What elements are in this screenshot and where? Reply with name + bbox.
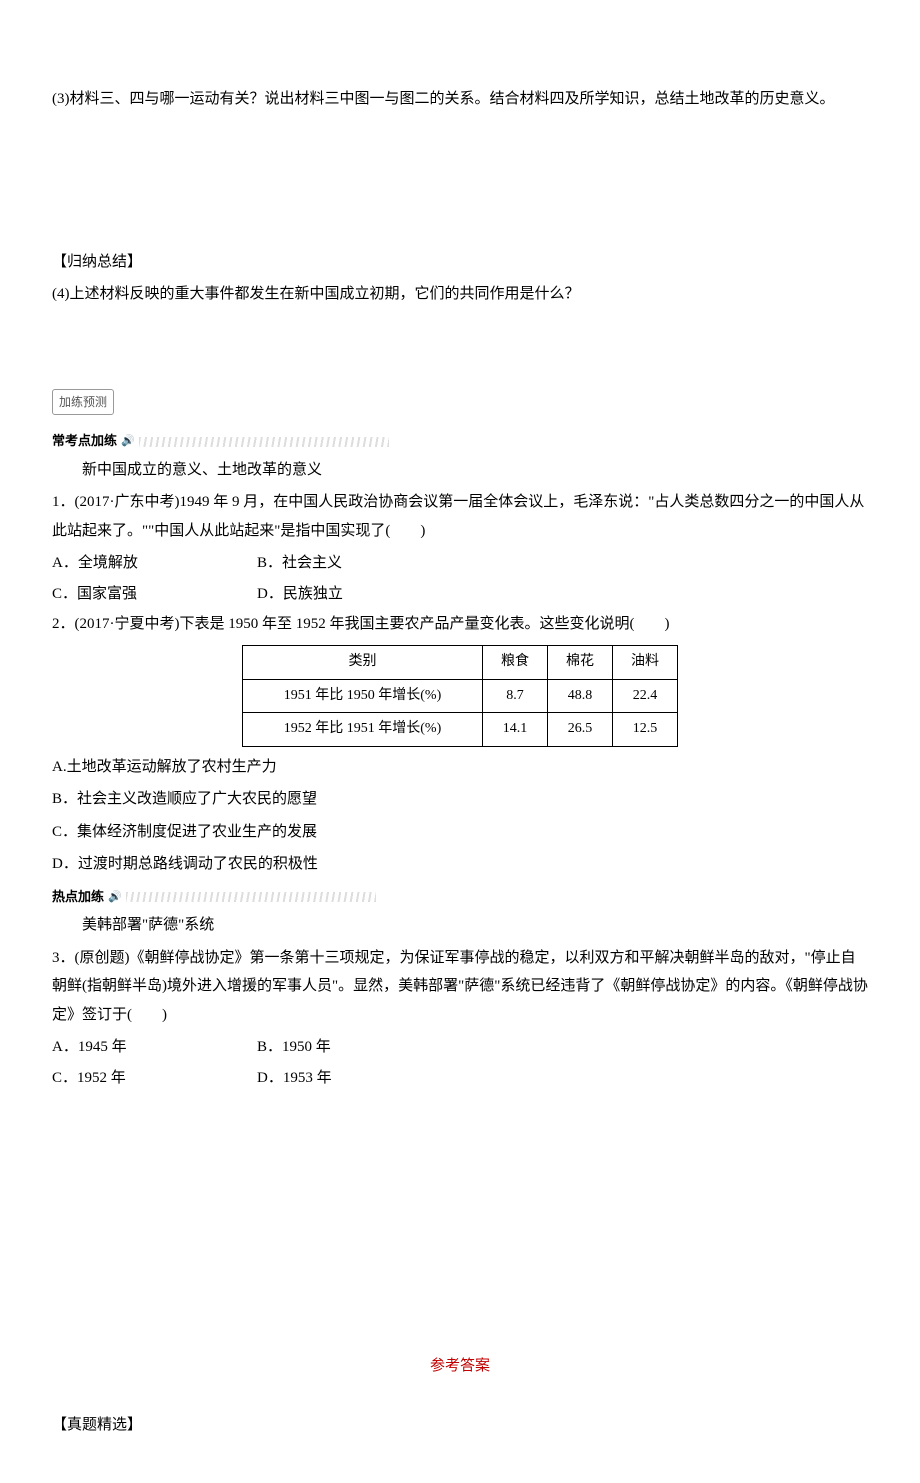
common-points-header: 常考点加练 🔊 bbox=[52, 429, 868, 454]
q1-option-a[interactable]: A．全境解放 bbox=[52, 549, 257, 578]
table-row: 1951 年比 1950 年增长(%) 8.7 48.8 22.4 bbox=[243, 679, 678, 713]
common-points-label: 常考点加练 bbox=[52, 429, 117, 454]
row2-label: 1952 年比 1951 年增长(%) bbox=[243, 713, 483, 747]
hot-points-header: 热点加练 🔊 bbox=[52, 885, 868, 910]
row1-label: 1951 年比 1950 年增长(%) bbox=[243, 679, 483, 713]
answer-space-q3 bbox=[52, 118, 868, 248]
th-category: 类别 bbox=[243, 645, 483, 679]
answers-title: 参考答案 bbox=[52, 1352, 868, 1381]
q1-option-d[interactable]: D．民族独立 bbox=[257, 580, 462, 609]
decorative-stripes bbox=[139, 437, 389, 447]
q2-option-c[interactable]: C．集体经济制度促进了农业生产的发展 bbox=[52, 818, 868, 847]
table-header-row: 类别 粮食 棉花 油料 bbox=[243, 645, 678, 679]
question-3b-options-row2: C．1952 年 D．1953 年 bbox=[52, 1064, 868, 1093]
question-3b-options-row1: A．1945 年 B．1950 年 bbox=[52, 1033, 868, 1062]
decorative-stripes bbox=[126, 892, 376, 902]
row1-val1: 8.7 bbox=[483, 679, 548, 713]
q3b-option-b[interactable]: B．1950 年 bbox=[257, 1033, 462, 1062]
question-1-options-row1: A．全境解放 B．社会主义 bbox=[52, 549, 868, 578]
th-oil: 油料 bbox=[613, 645, 678, 679]
product-change-table: 类别 粮食 棉花 油料 1951 年比 1950 年增长(%) 8.7 48.8… bbox=[242, 645, 678, 747]
q2-option-d[interactable]: D．过渡时期总路线调动了农民的积极性 bbox=[52, 850, 868, 879]
answer-space-q4 bbox=[52, 313, 868, 383]
row1-val3: 22.4 bbox=[613, 679, 678, 713]
q3b-option-d[interactable]: D．1953 年 bbox=[257, 1064, 462, 1093]
question-1-stem: 1．(2017·广东中考)1949 年 9 月，在中国人民政治协商会议第一届全体… bbox=[52, 488, 868, 545]
table-row: 1952 年比 1951 年增长(%) 14.1 26.5 12.5 bbox=[243, 713, 678, 747]
row2-val2: 26.5 bbox=[548, 713, 613, 747]
question-2-stem: 2．(2017·宁夏中考)下表是 1950 年至 1952 年我国主要农产品产量… bbox=[52, 610, 868, 639]
row2-val3: 12.5 bbox=[613, 713, 678, 747]
common-topic: 新中国成立的意义、土地改革的意义 bbox=[52, 456, 868, 485]
sound-icon: 🔊 bbox=[108, 887, 122, 908]
question-3b-stem: 3．(原创题)《朝鲜停战协定》第一条第十三项规定，为保证军事停战的稳定，以利双方… bbox=[52, 944, 868, 1030]
question-3-text: (3)材料三、四与哪一运动有关？说出材料三中图一与图二的关系。结合材料四及所学知… bbox=[52, 85, 868, 114]
q1-option-c[interactable]: C．国家富强 bbox=[52, 580, 257, 609]
q3b-option-a[interactable]: A．1945 年 bbox=[52, 1033, 257, 1062]
row2-val1: 14.1 bbox=[483, 713, 548, 747]
question-1-options-row2: C．国家富强 D．民族独立 bbox=[52, 580, 868, 609]
row1-val2: 48.8 bbox=[548, 679, 613, 713]
summary-header: 【归纳总结】 bbox=[52, 248, 868, 277]
q3b-option-c[interactable]: C．1952 年 bbox=[52, 1064, 257, 1093]
q2-option-b[interactable]: B．社会主义改造顺应了广大农民的愿望 bbox=[52, 785, 868, 814]
hot-points-label: 热点加练 bbox=[52, 885, 104, 910]
th-cotton: 棉花 bbox=[548, 645, 613, 679]
q2-option-a[interactable]: A.土地改革运动解放了农村生产力 bbox=[52, 753, 868, 782]
true-questions-section: 【真题精选】 bbox=[52, 1411, 868, 1440]
predict-section-badge: 加练预测 bbox=[52, 389, 114, 416]
th-grain: 粮食 bbox=[483, 645, 548, 679]
sound-icon: 🔊 bbox=[121, 431, 135, 452]
question-4-text: (4)上述材料反映的重大事件都发生在新中国成立初期，它们的共同作用是什么？ bbox=[52, 280, 868, 309]
hot-topic: 美韩部署"萨德"系统 bbox=[52, 911, 868, 940]
q1-option-b[interactable]: B．社会主义 bbox=[257, 549, 462, 578]
